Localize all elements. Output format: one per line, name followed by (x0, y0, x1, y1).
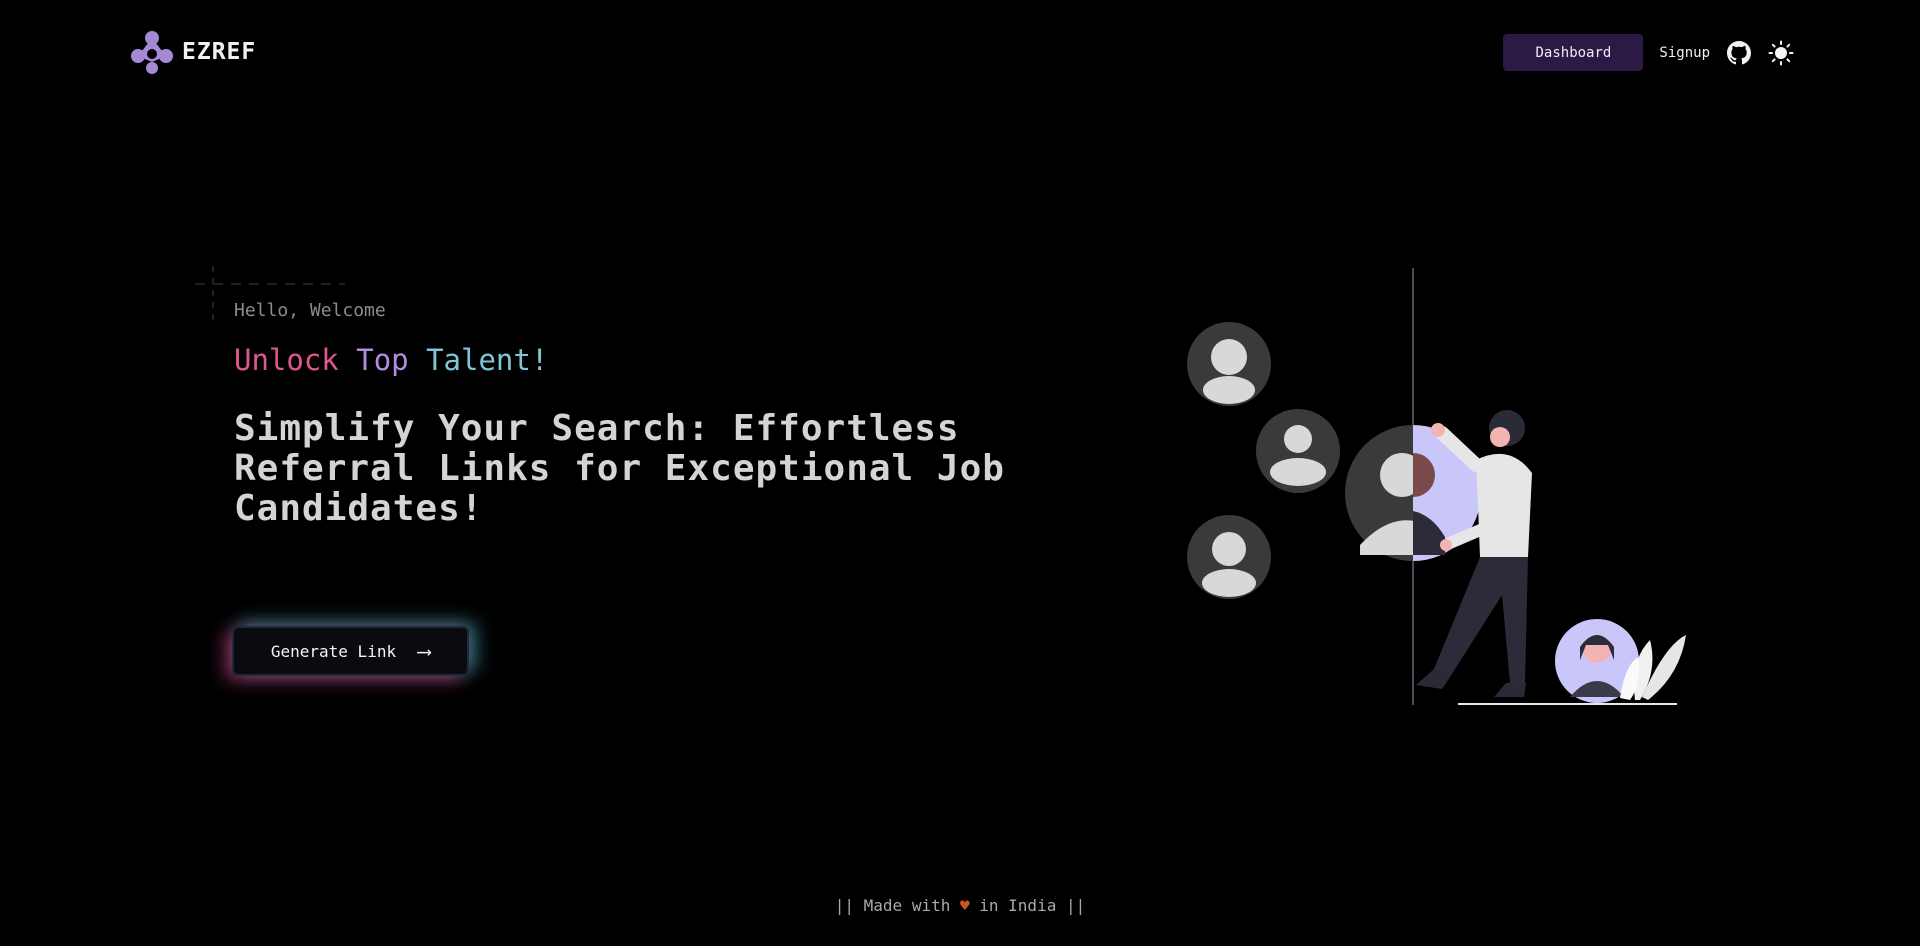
sun-icon[interactable] (1768, 40, 1794, 66)
top-nav: Dashboard Signup (1503, 34, 1794, 71)
heart-icon: ♥ (959, 896, 970, 915)
site-footer: || Made with ♥ in India || (0, 896, 1920, 915)
ezref-logo-icon (131, 31, 173, 74)
generate-link-button[interactable]: Generate Link ⟶ (232, 626, 469, 676)
site-header: EZREF Dashboard Signup (0, 0, 1920, 106)
avatar-icon (1256, 409, 1340, 493)
tagline-word-unlock: Unlock (234, 343, 339, 377)
dashboard-button[interactable]: Dashboard (1503, 34, 1644, 71)
tagline-word-talent: Talent! (426, 343, 549, 377)
avatar-icon (1187, 322, 1271, 406)
tagline-word-top: Top (356, 343, 409, 377)
cta-glow: Generate Link ⟶ (232, 626, 469, 676)
github-icon[interactable] (1726, 40, 1752, 66)
people-search-illustration (1187, 268, 1686, 705)
hero-headline: Simplify Your Search: Effortless Referra… (234, 408, 1005, 529)
arrow-right-icon: ⟶ (418, 639, 431, 663)
footer-prefix: || Made with (834, 896, 951, 915)
brand-link[interactable]: EZREF (130, 30, 256, 74)
welcome-text: Hello, Welcome (234, 300, 386, 321)
generate-link-label: Generate Link (270, 641, 397, 661)
tagline: Unlock Top Talent! (234, 343, 548, 377)
brand-name: EZREF (182, 39, 257, 65)
signup-link[interactable]: Signup (1659, 45, 1710, 61)
avatar-icon (1187, 515, 1271, 599)
footer-suffix: in India || (979, 896, 1086, 915)
